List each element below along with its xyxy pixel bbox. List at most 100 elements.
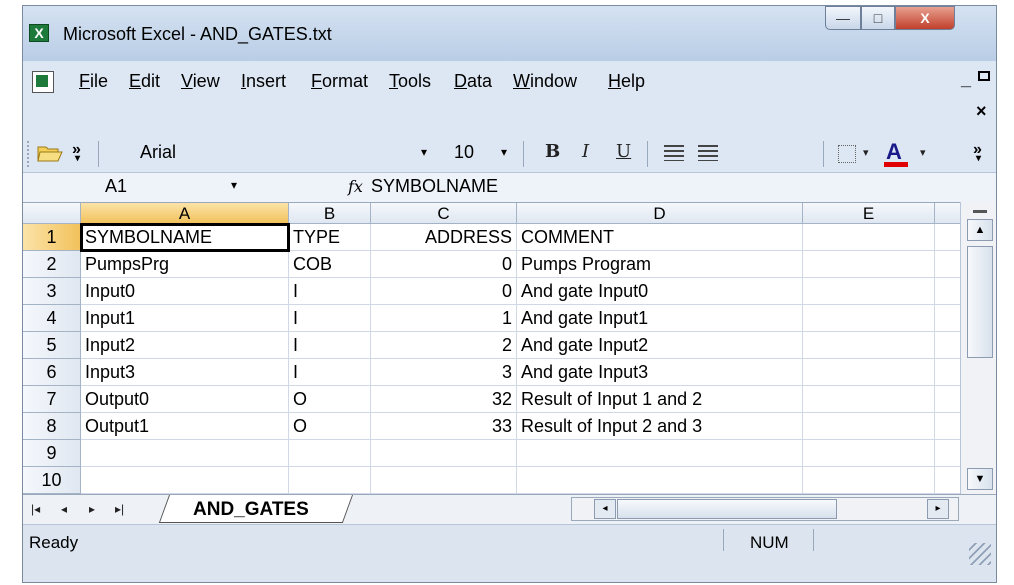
cell[interactable]: I [289, 359, 371, 386]
cell[interactable] [371, 467, 517, 494]
insert-function-icon[interactable]: fx [348, 177, 363, 196]
excel-app-icon[interactable]: X [29, 24, 49, 42]
column-header-d[interactable]: D [517, 203, 803, 224]
scroll-down-button[interactable]: ▼ [967, 468, 993, 490]
row-header[interactable]: 1 [23, 224, 81, 251]
underline-button[interactable]: U [616, 141, 631, 162]
font-name-dropdown-icon[interactable]: ▾ [421, 145, 427, 159]
cell[interactable]: PumpsPrg [81, 251, 289, 278]
row-header[interactable]: 7 [23, 386, 81, 413]
row-header[interactable]: 3 [23, 278, 81, 305]
cell[interactable] [935, 413, 960, 440]
workbook-minimize-button[interactable]: _ [961, 69, 971, 90]
cell[interactable]: I [289, 305, 371, 332]
toolbar-grip[interactable] [27, 141, 32, 167]
cell[interactable]: 0 [371, 278, 517, 305]
cell[interactable]: 0 [371, 251, 517, 278]
font-color-dropdown-icon[interactable]: ▾ [920, 146, 926, 159]
cell[interactable] [935, 251, 960, 278]
menu-tools[interactable]: Tools [389, 71, 431, 92]
scroll-right-button[interactable]: ▸ [927, 499, 949, 519]
cell[interactable]: O [289, 413, 371, 440]
column-header-a[interactable]: A [81, 203, 289, 224]
sheet-tab-and-gates[interactable]: AND_GATES [193, 499, 309, 521]
row-header[interactable]: 6 [23, 359, 81, 386]
cell[interactable] [517, 467, 803, 494]
close-button[interactable]: X [895, 6, 955, 30]
workbook-restore-icon[interactable] [978, 71, 990, 81]
horizontal-scrollbar[interactable]: ◂ ▸ [571, 497, 959, 521]
column-header-b[interactable]: B [289, 203, 371, 224]
cell[interactable]: And gate Input0 [517, 278, 803, 305]
workbook-close-button[interactable]: × [976, 101, 987, 122]
font-size-dropdown-icon[interactable]: ▾ [501, 145, 507, 159]
align-left-icon[interactable] [664, 145, 684, 161]
cell[interactable] [803, 305, 935, 332]
menu-edit[interactable]: Edit [129, 71, 160, 92]
cell[interactable] [935, 278, 960, 305]
select-all-corner[interactable] [23, 203, 81, 224]
first-sheet-button[interactable]: |◂ [31, 502, 40, 516]
cell[interactable]: TYPE [289, 224, 371, 251]
cell[interactable]: Pumps Program [517, 251, 803, 278]
cell[interactable] [935, 467, 960, 494]
cell[interactable] [517, 440, 803, 467]
cell[interactable]: I [289, 278, 371, 305]
cell[interactable] [935, 386, 960, 413]
cell[interactable]: 3 [371, 359, 517, 386]
cell[interactable]: Input3 [81, 359, 289, 386]
scroll-up-button[interactable]: ▲ [967, 219, 993, 241]
row-header[interactable]: 8 [23, 413, 81, 440]
cell[interactable] [81, 440, 289, 467]
menu-help[interactable]: Help [608, 71, 645, 92]
open-folder-icon[interactable] [37, 143, 63, 163]
menu-view[interactable]: View [181, 71, 220, 92]
cell[interactable]: COMMENT [517, 224, 803, 251]
toolbar-overflow-left-arrow[interactable]: ▾ [75, 153, 80, 164]
cell[interactable] [803, 359, 935, 386]
italic-button[interactable]: I [582, 141, 589, 162]
font-size-select[interactable]: 10 [454, 142, 474, 163]
cell[interactable]: Input2 [81, 332, 289, 359]
cell[interactable] [81, 467, 289, 494]
cell[interactable] [803, 278, 935, 305]
minimize-button[interactable]: — [825, 6, 861, 30]
cell[interactable]: Result of Input 2 and 3 [517, 413, 803, 440]
cell[interactable]: Result of Input 1 and 2 [517, 386, 803, 413]
name-box-dropdown-icon[interactable]: ▾ [231, 178, 237, 192]
last-sheet-button[interactable]: ▸| [115, 502, 124, 516]
cell[interactable]: Output1 [81, 413, 289, 440]
maximize-button[interactable]: □ [861, 6, 895, 30]
prev-sheet-button[interactable]: ◂ [61, 502, 67, 516]
cell[interactable]: ADDRESS [371, 224, 517, 251]
toolbar-overflow-right-arrow[interactable]: ▾ [976, 153, 981, 164]
cell[interactable] [935, 332, 960, 359]
row-header[interactable]: 10 [23, 467, 81, 494]
name-box[interactable]: A1 [105, 176, 127, 197]
split-handle[interactable] [973, 210, 987, 213]
cell[interactable] [935, 224, 960, 251]
formula-input[interactable]: SYMBOLNAME [371, 176, 498, 197]
bold-button[interactable]: B [545, 141, 560, 162]
cell[interactable] [803, 332, 935, 359]
cell[interactable]: Input0 [81, 278, 289, 305]
row-header[interactable]: 5 [23, 332, 81, 359]
menu-file[interactable]: File [79, 71, 108, 92]
cell[interactable]: And gate Input1 [517, 305, 803, 332]
cell[interactable] [935, 359, 960, 386]
cell[interactable] [371, 440, 517, 467]
cell[interactable] [935, 305, 960, 332]
font-name-select[interactable]: Arial [140, 142, 176, 163]
menu-data[interactable]: Data [454, 71, 492, 92]
cell[interactable]: 32 [371, 386, 517, 413]
cell[interactable] [803, 413, 935, 440]
cell[interactable] [803, 467, 935, 494]
cell[interactable]: COB [289, 251, 371, 278]
cell[interactable] [289, 467, 371, 494]
align-center-icon[interactable] [698, 145, 718, 161]
cell[interactable] [935, 440, 960, 467]
cell[interactable] [289, 440, 371, 467]
cell[interactable]: SYMBOLNAME [80, 223, 290, 252]
next-sheet-button[interactable]: ▸ [89, 502, 95, 516]
row-header[interactable]: 4 [23, 305, 81, 332]
